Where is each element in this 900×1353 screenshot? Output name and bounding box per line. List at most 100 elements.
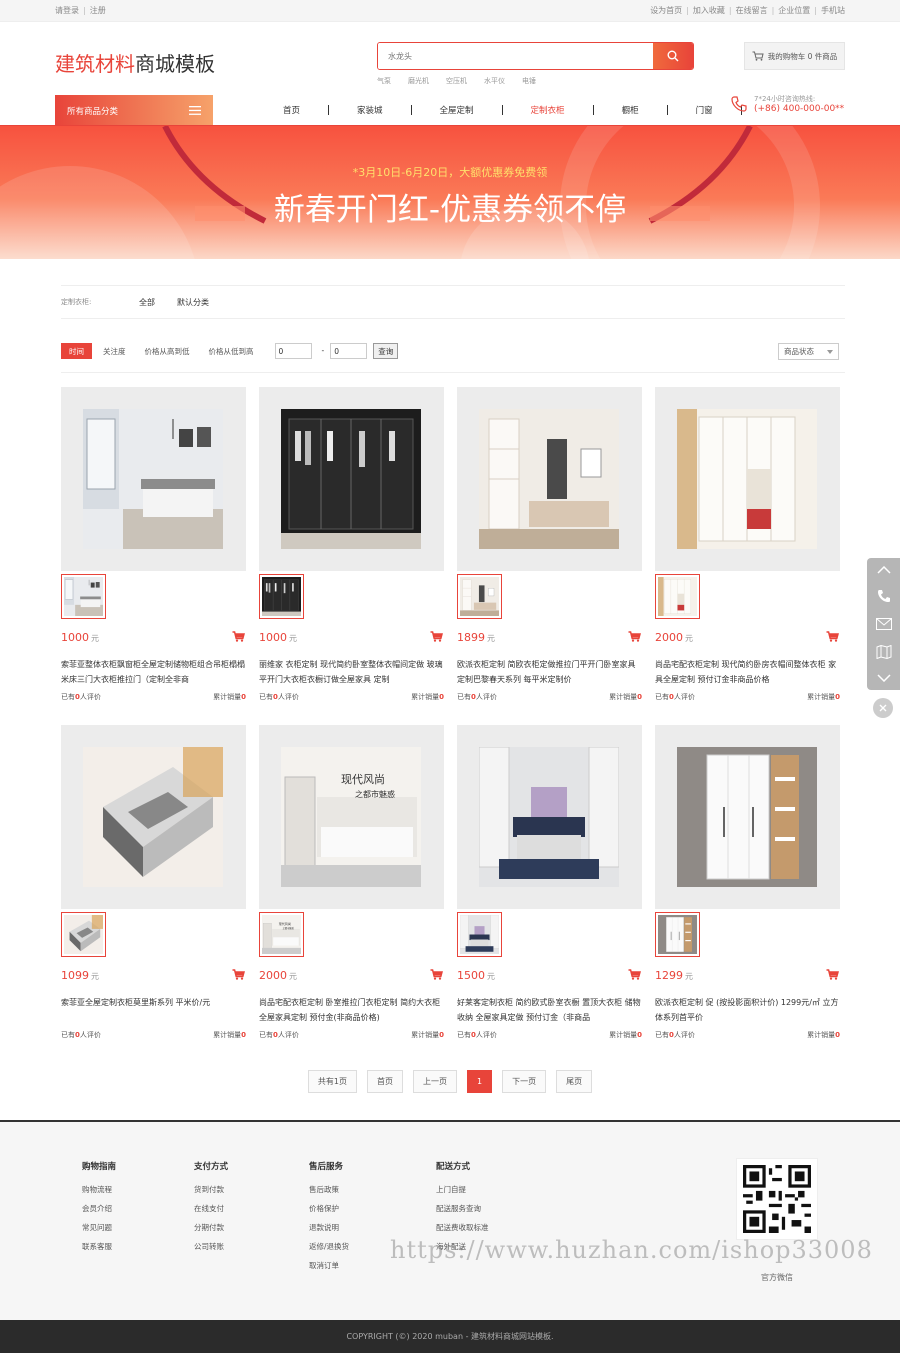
chevron-up-icon[interactable] xyxy=(876,565,891,574)
product-thumbnail[interactable] xyxy=(655,912,700,957)
add-to-cart-button[interactable] xyxy=(628,969,641,982)
footer-link[interactable]: 分期付款 xyxy=(194,1222,228,1234)
product-image[interactable] xyxy=(281,409,421,549)
product-image[interactable] xyxy=(83,409,223,549)
page-next[interactable]: 下一页 xyxy=(502,1070,547,1093)
footer-link[interactable]: 会员介绍 xyxy=(82,1203,116,1215)
product-image-frame[interactable] xyxy=(457,725,642,909)
add-to-cart-button[interactable] xyxy=(232,969,245,982)
price-max-input[interactable]: 0 xyxy=(330,343,368,359)
add-to-cart-button[interactable] xyxy=(628,631,641,644)
product-thumbnail[interactable] xyxy=(61,912,106,957)
product-card[interactable]: 现代风尚 之都市魅惑 现代风尚 之都市魅惑 2000 元尚品宅配衣柜定制 卧室推拉门衣柜定… xyxy=(259,725,444,1043)
page-current[interactable]: 1 xyxy=(467,1070,493,1093)
footer-link[interactable]: 联系客服 xyxy=(82,1241,116,1253)
sort-attention[interactable]: 关注度 xyxy=(95,343,134,359)
product-image[interactable] xyxy=(479,747,619,887)
product-image[interactable]: 现代风尚 之都市魅惑 xyxy=(281,747,421,887)
product-thumbnail[interactable] xyxy=(61,574,106,619)
product-thumbnail[interactable] xyxy=(457,574,502,619)
product-thumbnail[interactable] xyxy=(259,574,304,619)
filter-option-all[interactable]: 全部 xyxy=(139,297,155,308)
product-card[interactable]: 1000 元索菲亚整体衣柜飘窗柜全屋定制储物柜组合吊柜榻榻米床三门大衣柜推拉门（定… xyxy=(61,387,246,705)
product-image-frame[interactable] xyxy=(61,725,246,909)
sort-price-desc[interactable]: 价格从高到低 xyxy=(137,343,198,359)
product-card[interactable]: 1299 元欧派衣柜定制 促 (按投影面积计价) 1299元/㎡ 立方体系列首平价… xyxy=(655,725,840,1043)
page-first[interactable]: 首页 xyxy=(367,1070,403,1093)
product-title[interactable]: 索菲亚整体衣柜飘窗柜全屋定制储物柜组合吊柜榻榻米床三门大衣柜推拉门（定制全非商 xyxy=(61,657,246,687)
category-menu[interactable]: 所有商品分类 xyxy=(55,95,213,126)
hot-word[interactable]: 电锤 xyxy=(522,76,536,86)
chevron-down-icon[interactable] xyxy=(876,674,891,683)
mail-icon[interactable] xyxy=(875,617,892,630)
product-image-frame[interactable] xyxy=(457,387,642,571)
cart-button[interactable]: 我的购物车 0 件商品 xyxy=(744,42,845,70)
nav-item-home-decor[interactable]: 家装城 xyxy=(357,104,383,116)
product-title[interactable]: 欧派衣柜定制 促 (按投影面积计价) 1299元/㎡ 立方体系列首平价 xyxy=(655,995,840,1025)
product-title[interactable]: 索菲亚全屋定制衣柜莫里斯系列 平米价/元 xyxy=(61,995,246,1025)
footer-link[interactable]: 公司转账 xyxy=(194,1241,228,1253)
product-title[interactable]: 欧派衣柜定制 简欧衣柜定做推拉门平开门卧室家具定制巴黎春天系列 每平米定制价 xyxy=(457,657,642,687)
footer-link[interactable]: 常见问题 xyxy=(82,1222,116,1234)
login-link[interactable]: 请登录 xyxy=(55,6,79,15)
sort-time[interactable]: 时间 xyxy=(61,343,92,359)
top-link-location[interactable]: 企业位置 xyxy=(778,6,810,15)
product-image[interactable] xyxy=(83,747,223,887)
query-button[interactable]: 查询 xyxy=(373,343,399,359)
phone-icon[interactable] xyxy=(877,589,891,603)
add-to-cart-button[interactable] xyxy=(430,631,443,644)
product-card[interactable]: 1899 元欧派衣柜定制 简欧衣柜定做推拉门平开门卧室家具定制巴黎春天系列 每平米… xyxy=(457,387,642,705)
hot-word[interactable]: 磨光机 xyxy=(408,76,429,86)
add-to-cart-button[interactable] xyxy=(430,969,443,982)
sort-price-asc[interactable]: 价格从低到高 xyxy=(201,343,262,359)
filter-option-default[interactable]: 默认分类 xyxy=(177,297,209,308)
add-to-cart-button[interactable] xyxy=(826,969,839,982)
footer-link[interactable]: 价格保护 xyxy=(309,1203,349,1215)
footer-link[interactable]: 返修/退换货 xyxy=(309,1241,349,1253)
product-image[interactable] xyxy=(677,409,817,549)
product-image-frame[interactable] xyxy=(655,387,840,571)
product-card[interactable]: 1000 元丽维家 衣柜定制 现代简约卧室整体衣帽间定做 玻璃平开门大衣柜衣橱订做… xyxy=(259,387,444,705)
top-link-favorite[interactable]: 加入收藏 xyxy=(693,6,725,15)
footer-link[interactable]: 配送服务查询 xyxy=(436,1203,489,1215)
search-input[interactable] xyxy=(378,43,653,69)
product-image-frame[interactable] xyxy=(61,387,246,571)
footer-link[interactable]: 购物流程 xyxy=(82,1184,116,1196)
hot-word[interactable]: 空压机 xyxy=(446,76,467,86)
add-to-cart-button[interactable] xyxy=(232,631,245,644)
hot-word[interactable]: 水平仪 xyxy=(484,76,505,86)
page-prev[interactable]: 上一页 xyxy=(413,1070,457,1093)
product-title[interactable]: 尚品宅配衣柜定制 卧室推拉门衣柜定制 简约大衣柜 全屋家具定制 预付金(非商品价… xyxy=(259,995,444,1025)
footer-link[interactable]: 货到付款 xyxy=(194,1184,228,1196)
footer-link[interactable]: 在线支付 xyxy=(194,1203,228,1215)
nav-item-wardrobe[interactable]: 定制衣柜 xyxy=(531,104,565,116)
close-button[interactable] xyxy=(873,698,893,718)
footer-link[interactable]: 退款说明 xyxy=(309,1222,349,1234)
footer-link[interactable]: 售后政策 xyxy=(309,1184,349,1196)
promo-banner[interactable]: *3月10日-6月20日，大额优惠券免费领 新春开门红-优惠券领不停 xyxy=(0,126,900,259)
product-title[interactable]: 丽维家 衣柜定制 现代简约卧室整体衣帽间定做 玻璃平开门大衣柜衣橱订做全屋家具 … xyxy=(259,657,444,687)
map-icon[interactable] xyxy=(876,645,892,660)
top-link-mobile[interactable]: 手机站 xyxy=(821,6,845,15)
add-to-cart-button[interactable] xyxy=(826,631,839,644)
product-card[interactable]: 1099 元索菲亚全屋定制衣柜莫里斯系列 平米价/元 已有0人评价 累计销量0 xyxy=(61,725,246,1043)
product-image-frame[interactable] xyxy=(655,725,840,909)
footer-link[interactable]: 配送费收取标准 xyxy=(436,1222,489,1234)
product-thumbnail[interactable] xyxy=(655,574,700,619)
nav-item-home[interactable]: 首页 xyxy=(283,104,300,116)
top-link-home[interactable]: 设为首页 xyxy=(650,6,682,15)
nav-item-whole-house[interactable]: 全屋定制 xyxy=(440,104,474,116)
footer-link[interactable]: 上门自提 xyxy=(436,1184,489,1196)
page-last[interactable]: 尾页 xyxy=(556,1070,593,1093)
product-thumbnail[interactable]: 现代风尚 之都市魅惑 xyxy=(259,912,304,957)
product-card[interactable]: 1500 元好莱客定制衣柜 简约欧式卧室衣橱 置顶大衣柜 储物收纳 全屋家具定做 … xyxy=(457,725,642,1043)
footer-link[interactable]: 取消订单 xyxy=(309,1260,349,1272)
top-link-message[interactable]: 在线留言 xyxy=(736,6,768,15)
product-image[interactable] xyxy=(479,409,619,549)
site-logo[interactable]: 建筑材料商城模板 xyxy=(55,48,215,77)
product-image[interactable] xyxy=(677,747,817,887)
nav-item-cabinet[interactable]: 橱柜 xyxy=(622,104,639,116)
nav-item-doors[interactable]: 门窗 xyxy=(696,104,713,116)
status-select[interactable]: 商品状态 xyxy=(778,343,839,360)
search-button[interactable] xyxy=(653,43,693,69)
